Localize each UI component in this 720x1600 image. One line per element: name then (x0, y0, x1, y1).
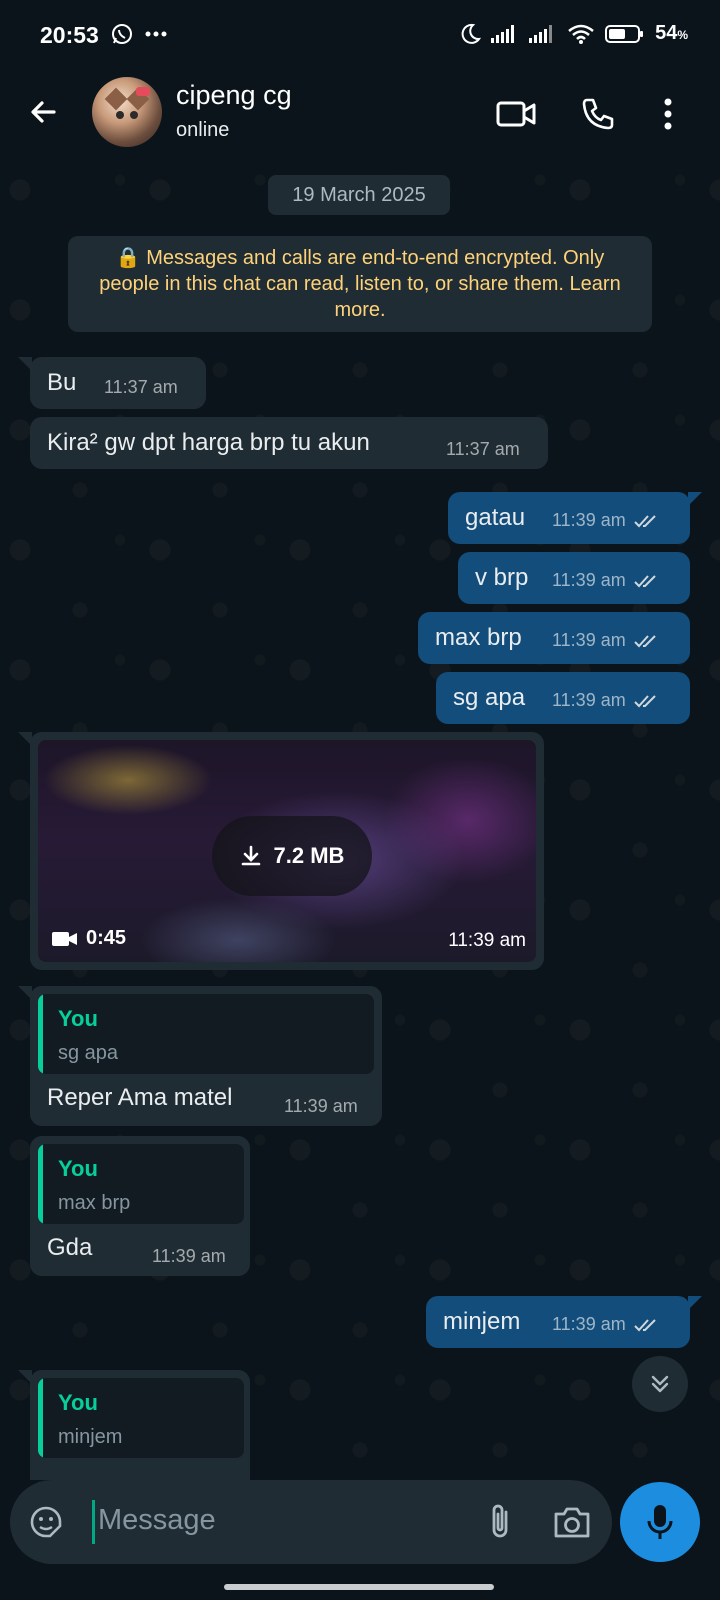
quoted-message[interactable]: You sg apa (38, 994, 374, 1074)
message-text: Gda (47, 1234, 93, 1261)
battery-icon (605, 24, 644, 43)
outgoing-message[interactable]: minjem 11:39 am (426, 1296, 690, 1348)
more-vert-icon (664, 98, 672, 130)
attach-icon[interactable] (480, 1500, 520, 1544)
outgoing-message[interactable]: v brp 11:39 am (458, 552, 690, 604)
message-text: sg apa (453, 684, 526, 711)
chat-header: cipeng cg online (0, 72, 720, 160)
message-text: Bu (47, 369, 77, 396)
moon-icon (461, 23, 482, 44)
message-text: max brp (435, 624, 522, 651)
quoted-message[interactable]: You max brp (38, 1144, 244, 1224)
double-check-icon (634, 1318, 656, 1331)
message-time: 11:39 am (152, 1246, 226, 1266)
quote-author: You (58, 1390, 98, 1415)
double-check-icon (634, 514, 656, 527)
battery-percent: 54 (655, 22, 678, 44)
message-time: 11:39 am (284, 1096, 358, 1116)
quote-author: You (58, 1156, 98, 1181)
status-bar: 20:53 54% (0, 0, 720, 72)
outgoing-message[interactable]: sg apa 11:39 am (436, 672, 690, 724)
more-dots-icon (145, 31, 167, 37)
scroll-to-bottom-button[interactable] (632, 1356, 688, 1412)
message-text: gatau (465, 504, 526, 531)
whatsapp-icon (112, 24, 132, 44)
quote-author: You (58, 1006, 98, 1031)
more-options-button[interactable] (646, 92, 690, 136)
message-time: 11:39 am (552, 630, 626, 650)
download-icon (241, 845, 260, 866)
double-chevron-down-icon (651, 1375, 669, 1393)
incoming-message[interactable]: You minjem (30, 1370, 250, 1480)
camera-icon[interactable] (550, 1500, 594, 1544)
outgoing-message[interactable]: max brp 11:39 am (418, 612, 690, 664)
incoming-message[interactable]: You sg apa Reper Ama matel 11:39 am (30, 986, 382, 1126)
download-button[interactable]: 7.2 MB (212, 816, 372, 896)
video-call-icon (496, 101, 536, 127)
contact-name[interactable]: cipeng cg (176, 80, 292, 111)
quoted-message[interactable]: You minjem (38, 1378, 244, 1458)
phone-icon (582, 98, 614, 130)
video-size: 7.2 MB (273, 843, 345, 868)
message-time: 11:39 am (552, 1314, 626, 1334)
voice-call-button[interactable] (576, 92, 620, 136)
encryption-notice[interactable]: 🔒 Messages and calls are end-to-end encr… (68, 236, 652, 332)
video-message[interactable]: 7.2 MB 0:45 11:39 am (30, 732, 544, 970)
message-text: Reper Ama matel (47, 1084, 233, 1111)
avatar[interactable] (92, 77, 162, 147)
signal-icon (529, 24, 553, 43)
incoming-message[interactable]: Kira² gw dpt harga brp tu akun 11:37 am (30, 417, 548, 469)
text-cursor (92, 1500, 95, 1544)
double-check-icon (634, 694, 656, 707)
date-chip: 19 March 2025 (268, 175, 450, 215)
incoming-message[interactable]: Bu 11:37 am (30, 357, 206, 409)
message-text: v brp (475, 564, 529, 591)
message-time: 11:39 am (448, 930, 526, 951)
video-call-button[interactable] (494, 92, 538, 136)
sticker-icon[interactable] (26, 1502, 66, 1542)
video-camera-icon (52, 931, 77, 946)
chat-area[interactable]: 19 March 2025 🔒 Messages and calls are e… (0, 160, 720, 1480)
double-check-icon (634, 574, 656, 587)
voice-message-button[interactable] (620, 1482, 700, 1562)
signal-icon (491, 24, 515, 43)
video-thumbnail[interactable]: 7.2 MB 0:45 11:39 am (38, 740, 536, 962)
message-placeholder: Message (98, 1504, 216, 1536)
battery-unit: % (677, 28, 688, 42)
message-text: minjem (443, 1308, 521, 1335)
incoming-message[interactable]: You max brp Gda 11:39 am (30, 1136, 250, 1276)
message-input[interactable]: Message (10, 1480, 612, 1564)
message-time: 11:39 am (552, 510, 626, 530)
status-time: 20:53 (40, 22, 99, 48)
message-time: 11:39 am (552, 690, 626, 710)
microphone-icon (647, 1505, 673, 1539)
message-time: 11:37 am (446, 439, 520, 459)
quote-text: max brp (58, 1192, 131, 1214)
gesture-home-bar[interactable] (224, 1584, 494, 1590)
double-check-icon (634, 634, 656, 647)
video-duration: 0:45 (86, 927, 127, 949)
back-arrow-icon[interactable] (24, 92, 64, 132)
message-time: 11:37 am (104, 377, 178, 397)
quote-text: minjem (58, 1426, 123, 1448)
outgoing-message[interactable]: gatau 11:39 am (448, 492, 690, 544)
message-text: Kira² gw dpt harga brp tu akun (47, 429, 370, 456)
message-time: 11:39 am (552, 570, 626, 590)
contact-status: online (176, 119, 230, 141)
quote-text: sg apa (58, 1042, 119, 1064)
wifi-icon (568, 24, 594, 44)
compose-bar: Message (0, 1480, 720, 1600)
